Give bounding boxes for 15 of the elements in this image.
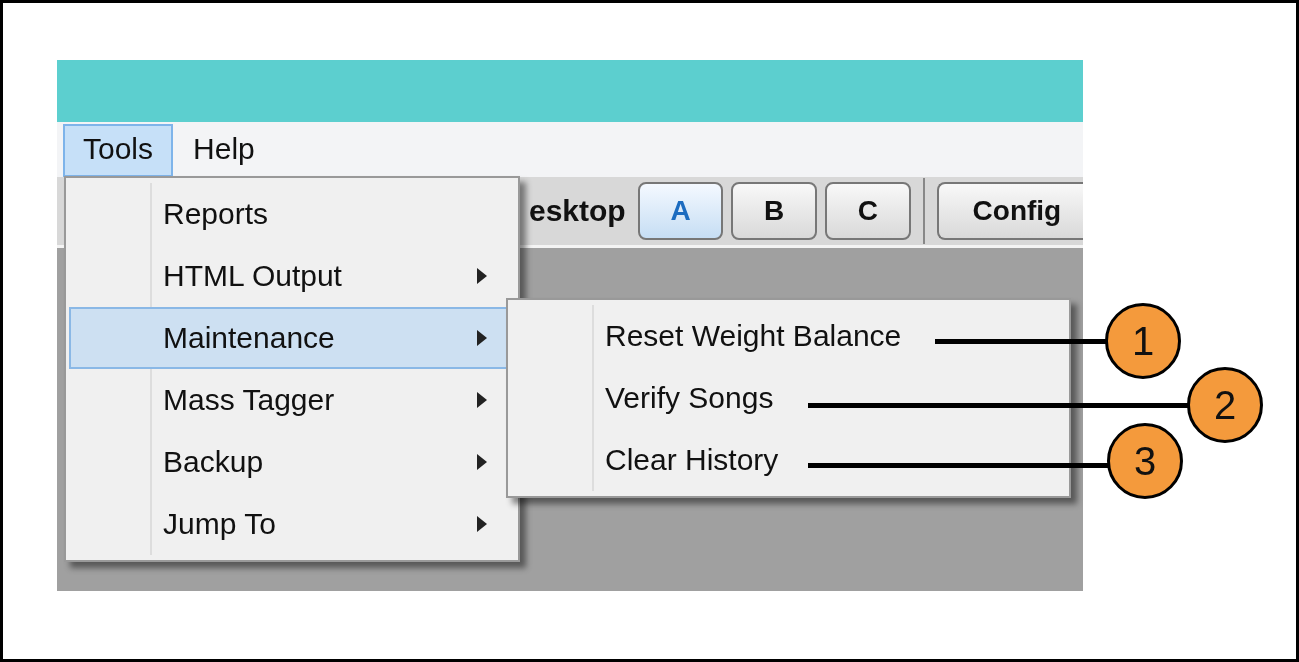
menu-title[interactable]: Tools [63,124,174,177]
config-button[interactable]: Config [936,182,1083,240]
callout-number: 3 [1107,423,1183,499]
menu-title[interactable]: Help [173,124,275,177]
toolbar-label: esktop [529,194,626,228]
callout-number: 1 [1105,303,1181,379]
callout-number: 2 [1187,367,1263,443]
menu-item[interactable]: Jump To [69,493,515,555]
toolbar-button[interactable]: C [825,182,911,240]
toolbar-button[interactable]: A [637,182,724,240]
menu-item[interactable]: Reports [69,183,515,245]
menu-item[interactable]: Verify Songs [511,367,1066,429]
toolbar-button[interactable]: B [731,182,817,240]
menu-item[interactable]: Clear History [511,429,1066,491]
menu-item[interactable]: HTML Output [69,245,515,307]
